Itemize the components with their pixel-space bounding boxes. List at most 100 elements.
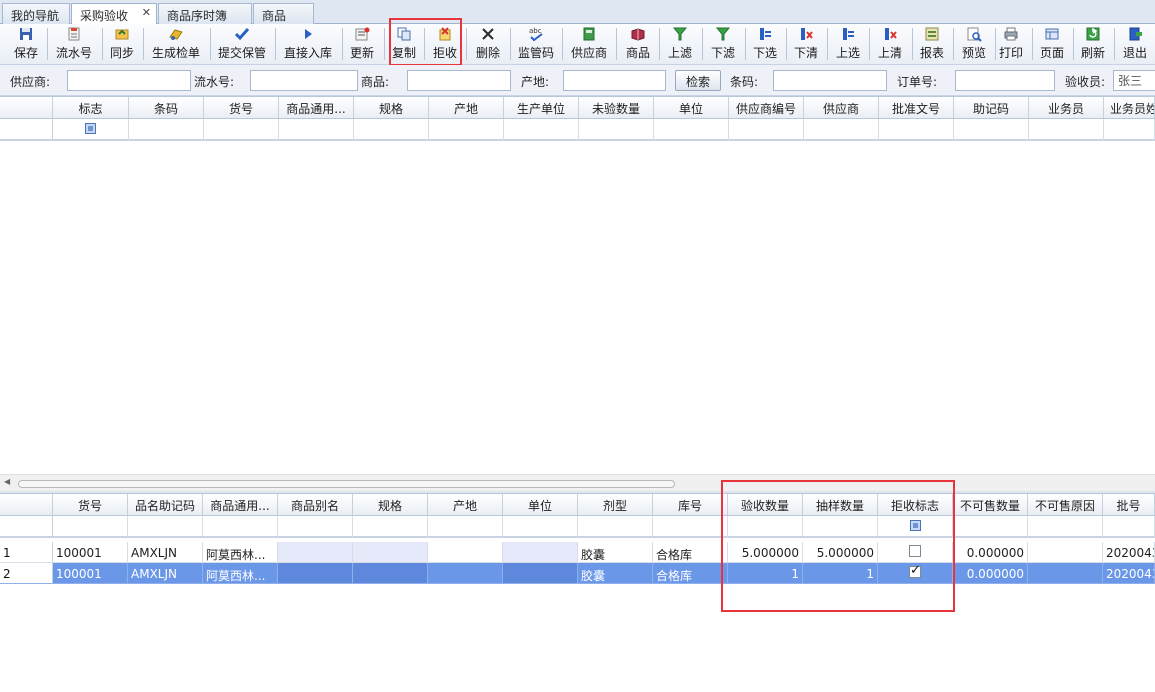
batch-cell[interactable]: 2020043 — [1103, 542, 1155, 563]
reject-flag-cell[interactable] — [878, 542, 953, 563]
table-row[interactable]: 2 100001 AMXLJN 阿莫西林... 胶囊 合格库 1 1 0.000… — [0, 563, 1155, 584]
filter-cell[interactable] — [579, 119, 654, 141]
alias-cell[interactable] — [278, 542, 353, 563]
report-button[interactable]: 报表 — [917, 26, 947, 63]
table-row[interactable]: 1 100001 AMXLJN 阿莫西林... 胶囊 合格库 5.000000 … — [0, 542, 1155, 563]
sample-qty-cell[interactable]: 5.000000 — [803, 542, 878, 563]
direct-stock-in-button[interactable]: 直接入库 — [280, 26, 336, 63]
tab-purchase-acceptance[interactable]: 采购验收 ✕ — [71, 3, 157, 25]
product-button[interactable]: 商品 — [622, 26, 654, 63]
column-header[interactable]: 助记码 — [954, 97, 1029, 119]
column-header[interactable]: 业务员姓 — [1104, 97, 1155, 119]
scroll-thumb[interactable] — [18, 480, 675, 488]
select-down-button[interactable]: 下选 — [750, 26, 780, 63]
alias-cell[interactable] — [278, 563, 353, 584]
column-header[interactable]: 剂型 — [578, 494, 653, 516]
filter-cell[interactable] — [879, 119, 954, 141]
dosage-form-cell[interactable]: 胶囊 — [578, 542, 653, 563]
filter-cell[interactable] — [803, 516, 878, 538]
detail-grid[interactable]: 货号 品名助记码 商品通用... 商品别名 规格 产地 单位 剂型 库号 验收数… — [0, 493, 1155, 692]
column-header[interactable]: 单位 — [503, 494, 578, 516]
copy-button[interactable]: 复制 — [389, 26, 419, 63]
origin-input[interactable] — [563, 70, 666, 91]
origin-cell[interactable] — [428, 542, 503, 563]
save-button[interactable]: 保存 — [10, 26, 42, 63]
exit-button[interactable]: 退出 — [1120, 26, 1150, 63]
column-header[interactable]: 产地 — [429, 97, 504, 119]
filter-cell[interactable] — [279, 119, 354, 141]
column-header[interactable]: 货号 — [204, 97, 279, 119]
filter-cell[interactable] — [729, 119, 804, 141]
filter-cell[interactable] — [128, 516, 203, 538]
filter-cell[interactable] — [353, 516, 428, 538]
spec-cell[interactable] — [353, 542, 428, 563]
filter-cell[interactable] — [428, 516, 503, 538]
filter-cell[interactable] — [804, 119, 879, 141]
reject-checkbox[interactable] — [909, 563, 921, 578]
column-header[interactable]: 产地 — [428, 494, 503, 516]
tab-product-journal[interactable]: 商品序时簿 — [158, 3, 252, 24]
serial-input[interactable] — [250, 70, 358, 91]
serial-number-button[interactable]: 流水号 — [53, 26, 95, 63]
filter-cell[interactable] — [429, 119, 504, 141]
checkbox-filter-icon[interactable] — [909, 520, 921, 531]
search-button[interactable]: 检索 — [675, 70, 721, 91]
reject-flag-cell[interactable] — [878, 563, 953, 584]
print-button[interactable]: 打印 — [996, 26, 1026, 63]
column-header[interactable]: 供应商编号 — [729, 97, 804, 119]
checkbox-filter-icon[interactable] — [85, 123, 96, 134]
close-icon[interactable]: ✕ — [134, 6, 151, 19]
supervision-code-button[interactable]: abc 监管码 — [515, 26, 557, 63]
column-header[interactable]: 条码 — [129, 97, 204, 119]
filter-up-button[interactable]: 上滤 — [664, 26, 696, 63]
filter-cell[interactable] — [953, 516, 1028, 538]
generate-inspection-button[interactable]: 生成检单 — [148, 26, 204, 63]
filter-cell[interactable] — [53, 516, 128, 538]
sync-button[interactable]: 同步 — [107, 26, 137, 63]
filter-cell[interactable] — [354, 119, 429, 141]
select-up-button[interactable]: 上选 — [833, 26, 863, 63]
unit-cell[interactable] — [503, 542, 578, 563]
warehouse-cell[interactable]: 合格库 — [653, 563, 728, 584]
tab-my-navigation[interactable]: 我的导航 — [2, 3, 70, 24]
filter-cell[interactable] — [203, 516, 278, 538]
unsellable-reason-cell[interactable] — [1028, 563, 1103, 584]
tab-product[interactable]: 商品 — [253, 3, 314, 24]
column-header[interactable]: 抽样数量 — [803, 494, 878, 516]
column-header[interactable]: 商品别名 — [278, 494, 353, 516]
column-header[interactable]: 验收数量 — [728, 494, 803, 516]
filter-cell[interactable] — [53, 119, 129, 141]
column-header[interactable]: 未验数量 — [579, 97, 654, 119]
column-header[interactable]: 商品通用... — [279, 97, 354, 119]
accepted-qty-cell[interactable]: 5.000000 — [728, 542, 803, 563]
reject-checkbox[interactable] — [909, 545, 921, 557]
column-header[interactable]: 业务员 — [1029, 97, 1104, 119]
column-header[interactable]: 品名助记码 — [128, 494, 203, 516]
column-header[interactable]: 商品通用... — [203, 494, 278, 516]
column-header[interactable]: 库号 — [653, 494, 728, 516]
sample-qty-cell[interactable]: 1 — [803, 563, 878, 584]
supplier-button[interactable]: 供应商 — [568, 26, 610, 63]
batch-cell[interactable]: 2020043 — [1103, 563, 1155, 584]
filter-cell[interactable] — [1103, 516, 1155, 538]
product-name-cell[interactable]: 阿莫西林... — [203, 563, 278, 584]
column-header[interactable]: 拒收标志 — [878, 494, 953, 516]
refresh-button[interactable]: 刷新 — [1078, 26, 1108, 63]
filter-cell[interactable] — [1029, 119, 1104, 141]
column-header[interactable]: 不可售数量 — [953, 494, 1028, 516]
filter-cell[interactable] — [278, 516, 353, 538]
clear-up-button[interactable]: 上清 — [875, 26, 905, 63]
item-code-cell[interactable]: 100001 — [53, 563, 128, 584]
submit-custody-button[interactable]: 提交保管 — [215, 26, 269, 63]
page-button[interactable]: 页面 — [1037, 26, 1067, 63]
inspector-input[interactable] — [1113, 70, 1155, 91]
reject-button[interactable]: 拒收 — [430, 26, 460, 63]
item-code-cell[interactable]: 100001 — [53, 542, 128, 563]
column-header[interactable]: 规格 — [354, 97, 429, 119]
column-header[interactable]: 不可售原因 — [1028, 494, 1103, 516]
preview-button[interactable]: 预览 — [958, 26, 990, 63]
barcode-input[interactable] — [773, 70, 887, 91]
filter-cell[interactable] — [653, 516, 728, 538]
filter-cell[interactable] — [654, 119, 729, 141]
delete-button[interactable]: 删除 — [472, 26, 504, 63]
